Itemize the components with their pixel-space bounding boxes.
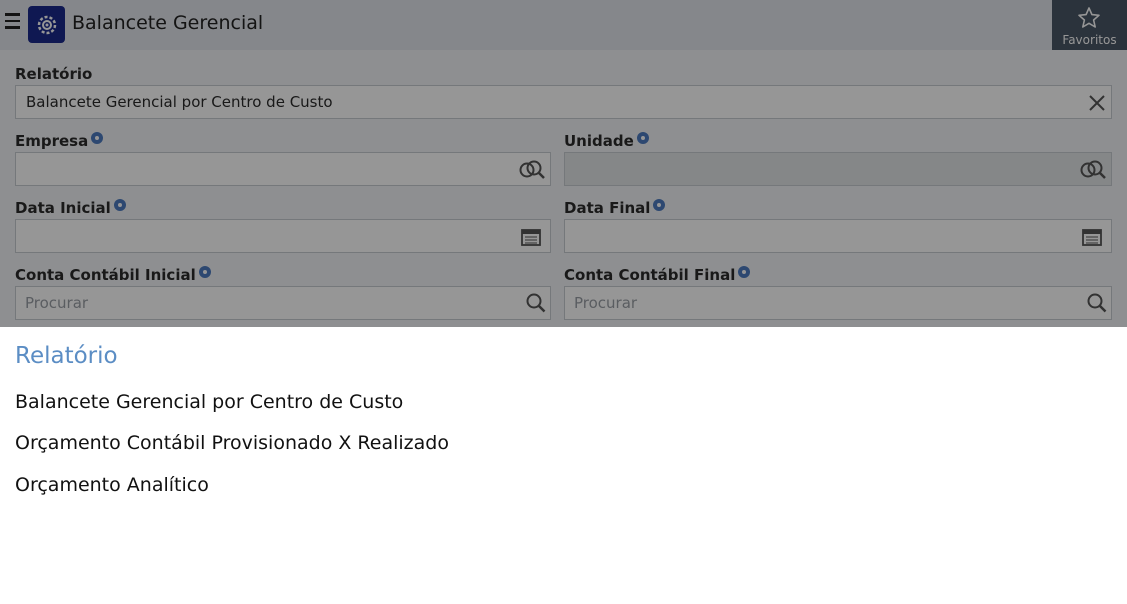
conta-final-placeholder: Procurar: [574, 294, 638, 312]
conta-final-label: Conta Contábil Final: [564, 266, 751, 284]
favorites-button[interactable]: Favoritos: [1052, 0, 1127, 50]
data-final-label-text: Data Final: [564, 199, 651, 217]
search-icon[interactable]: [1087, 293, 1107, 313]
picker-title: Relatório: [15, 343, 118, 369]
unidade-field[interactable]: [564, 152, 1112, 186]
conta-inicial-label-text: Conta Contábil Inicial: [15, 266, 196, 284]
empresa-label-text: Empresa: [15, 132, 89, 150]
search-icon[interactable]: [526, 293, 546, 313]
conta-final-search-field[interactable]: Procurar: [564, 286, 1112, 320]
data-inicial-label: Data Inicial: [15, 199, 126, 217]
star-icon: [1078, 7, 1100, 28]
conta-final-label-text: Conta Contábil Final: [564, 266, 736, 284]
picker-option[interactable]: Orçamento Analítico: [15, 474, 209, 496]
page-title: Balancete Gerencial: [72, 12, 264, 34]
hamburger-menu-icon[interactable]: [5, 13, 21, 35]
lookup-icon[interactable]: [1079, 159, 1107, 181]
report-picker-panel: Relatório Balancete Gerencial por Centro…: [0, 327, 1127, 604]
calendar-icon[interactable]: [1082, 228, 1102, 246]
report-form: Relatório Balancete Gerencial por Centro…: [0, 50, 1127, 327]
app-header: Balancete Gerencial Favoritos: [0, 0, 1127, 50]
info-icon[interactable]: [636, 132, 649, 144]
conta-inicial-search-field[interactable]: Procurar: [15, 286, 551, 320]
conta-inicial-label: Conta Contábil Inicial: [15, 266, 211, 284]
picker-option[interactable]: Orçamento Contábil Provisionado X Realiz…: [15, 432, 449, 454]
unidade-label-text: Unidade: [564, 132, 634, 150]
clear-icon[interactable]: [1088, 94, 1106, 112]
relatorio-value: Balancete Gerencial por Centro de Custo: [26, 93, 333, 111]
conta-inicial-placeholder: Procurar: [25, 294, 89, 312]
info-icon[interactable]: [198, 266, 211, 278]
relatorio-label: Relatório: [15, 65, 92, 83]
unidade-label: Unidade: [564, 132, 649, 150]
relatorio-select[interactable]: Balancete Gerencial por Centro de Custo: [15, 85, 1112, 119]
info-icon[interactable]: [113, 199, 126, 211]
data-final-field[interactable]: [564, 219, 1112, 253]
empresa-label: Empresa: [15, 132, 104, 150]
favorites-label: Favoritos: [1062, 33, 1117, 47]
info-icon[interactable]: [653, 199, 666, 211]
data-inicial-field[interactable]: [15, 219, 551, 253]
info-icon[interactable]: [91, 132, 104, 144]
info-icon[interactable]: [738, 266, 751, 278]
app-logo-icon: [28, 6, 65, 43]
data-final-label: Data Final: [564, 199, 666, 217]
picker-option[interactable]: Balancete Gerencial por Centro de Custo: [15, 391, 403, 413]
empresa-field[interactable]: [15, 152, 551, 186]
relatorio-label-text: Relatório: [15, 65, 93, 83]
lookup-icon[interactable]: [518, 159, 546, 181]
data-inicial-label-text: Data Inicial: [15, 199, 111, 217]
calendar-icon[interactable]: [521, 228, 541, 246]
